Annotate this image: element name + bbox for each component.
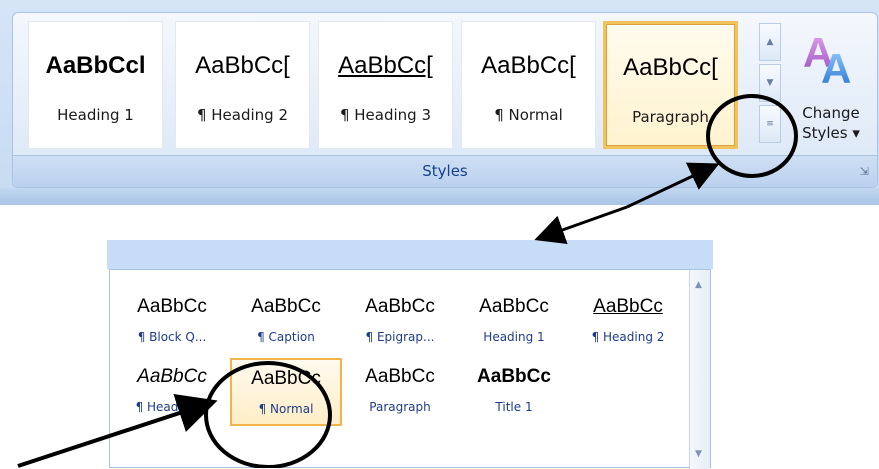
style-name: Heading 1 [57, 106, 134, 124]
style-tile-heading-2[interactable]: AaBbCc[ ¶ Heading 2 [175, 21, 310, 149]
style-name: ¶ Normal [494, 106, 563, 124]
style-sample: AaBbCc [251, 296, 321, 317]
gallery-style-paragraph[interactable]: AaBbCc Paragraph [344, 358, 456, 426]
style-name: Paragraph [369, 400, 431, 414]
style-name: ¶ Block Q... [137, 330, 207, 344]
scroll-up-arrow-icon[interactable]: ▲ [695, 280, 702, 290]
more-styles-button[interactable]: ≡ [759, 105, 781, 143]
style-sample: AaBbCc [365, 296, 435, 317]
change-styles-label: Change Styles ▾ [787, 103, 875, 143]
change-styles-button[interactable]: A A Change Styles ▾ [787, 21, 875, 157]
style-sample: AaBbCc [479, 296, 549, 317]
styles-group: AaBbCcl Heading 1 AaBbCc[ ¶ Heading 2 Aa… [12, 12, 878, 188]
style-sample: AaBbCc [593, 296, 663, 317]
change-styles-line: Styles ▾ [802, 124, 860, 142]
gallery-style-normal[interactable]: AaBbCc ¶ Normal [230, 358, 342, 426]
styles-gallery-expanded: AaBbCc ¶ Block Q... AaBbCc ¶ Caption AaB… [107, 240, 713, 469]
style-tile-heading-3[interactable]: AaBbCc[ ¶ Heading 3 [318, 21, 453, 149]
gallery-style-heading-2[interactable]: AaBbCc ¶ Heading 2 [572, 288, 684, 356]
gallery-header-strip [107, 240, 713, 269]
style-sample: AaBbCc [477, 366, 551, 387]
gallery-style-title-1[interactable]: AaBbCc Title 1 [458, 358, 570, 426]
style-tile-normal[interactable]: AaBbCc[ ¶ Normal [461, 21, 596, 149]
styles-group-label: Styles [422, 162, 468, 180]
style-name: Title 1 [495, 400, 533, 414]
gallery-style-epigraph[interactable]: AaBbCc ¶ Epigrap... [344, 288, 456, 356]
change-styles-icon: A A [803, 29, 851, 87]
style-sample: AaBbCc [365, 366, 435, 387]
style-name: ¶ Heading 2 [591, 330, 665, 344]
style-sample: AaBbCc [137, 296, 207, 317]
style-name: ¶ Normal [258, 402, 314, 416]
svg-text:A: A [821, 45, 851, 87]
gallery-scrollbar[interactable]: ▲ ▼ [689, 270, 710, 469]
style-name: ¶ Heading 2 [196, 106, 289, 124]
gallery-style-heading-1[interactable]: AaBbCc Heading 1 [458, 288, 570, 356]
gallery-scroll-controls: ▲ ▼ ≡ [759, 23, 781, 147]
style-tile-paragraph[interactable]: AaBbCc[ Paragraph [603, 21, 738, 149]
style-sample: AaBbCc[ [481, 52, 576, 79]
ribbon-bottom-edge [0, 188, 879, 205]
dialog-launcher-icon[interactable]: ⇲ [860, 165, 869, 178]
style-name: ¶ Epigrap... [365, 330, 435, 344]
gallery-body: AaBbCc ¶ Block Q... AaBbCc ¶ Caption AaB… [109, 269, 711, 469]
ribbon: AaBbCcl Heading 1 AaBbCc[ ¶ Heading 2 Aa… [0, 0, 879, 205]
gallery-style-caption[interactable]: AaBbCc ¶ Caption [230, 288, 342, 356]
style-name: ¶ Heading 3 [339, 106, 432, 124]
change-styles-line: Change [802, 104, 860, 122]
style-tile-heading-1[interactable]: AaBbCcl Heading 1 [28, 21, 163, 149]
style-name: Heading 1 [483, 330, 545, 344]
style-sample: AaBbCc[ [195, 52, 290, 79]
arrow-to-gallery [534, 205, 628, 245]
style-name: ¶ Caption [257, 330, 315, 344]
style-sample: AaBbCcl [45, 52, 146, 79]
style-name: ¶ Heading 3 [135, 400, 209, 414]
style-sample: AaBbCc[ [338, 52, 433, 79]
style-sample: AaBbCc [137, 366, 207, 387]
gallery-style-block-quote[interactable]: AaBbCc ¶ Block Q... [116, 288, 228, 356]
scroll-up-button[interactable]: ▲ [759, 23, 781, 61]
style-sample: AaBbCc [251, 368, 321, 389]
scroll-down-button[interactable]: ▼ [759, 64, 781, 102]
scroll-down-arrow-icon[interactable]: ▼ [695, 449, 702, 459]
gallery-style-heading-3[interactable]: AaBbCc ¶ Heading 3 [116, 358, 228, 426]
style-sample: AaBbCc[ [623, 54, 718, 81]
group-label-bar: Styles ⇲ [13, 155, 877, 187]
style-name: Paragraph [632, 108, 709, 126]
